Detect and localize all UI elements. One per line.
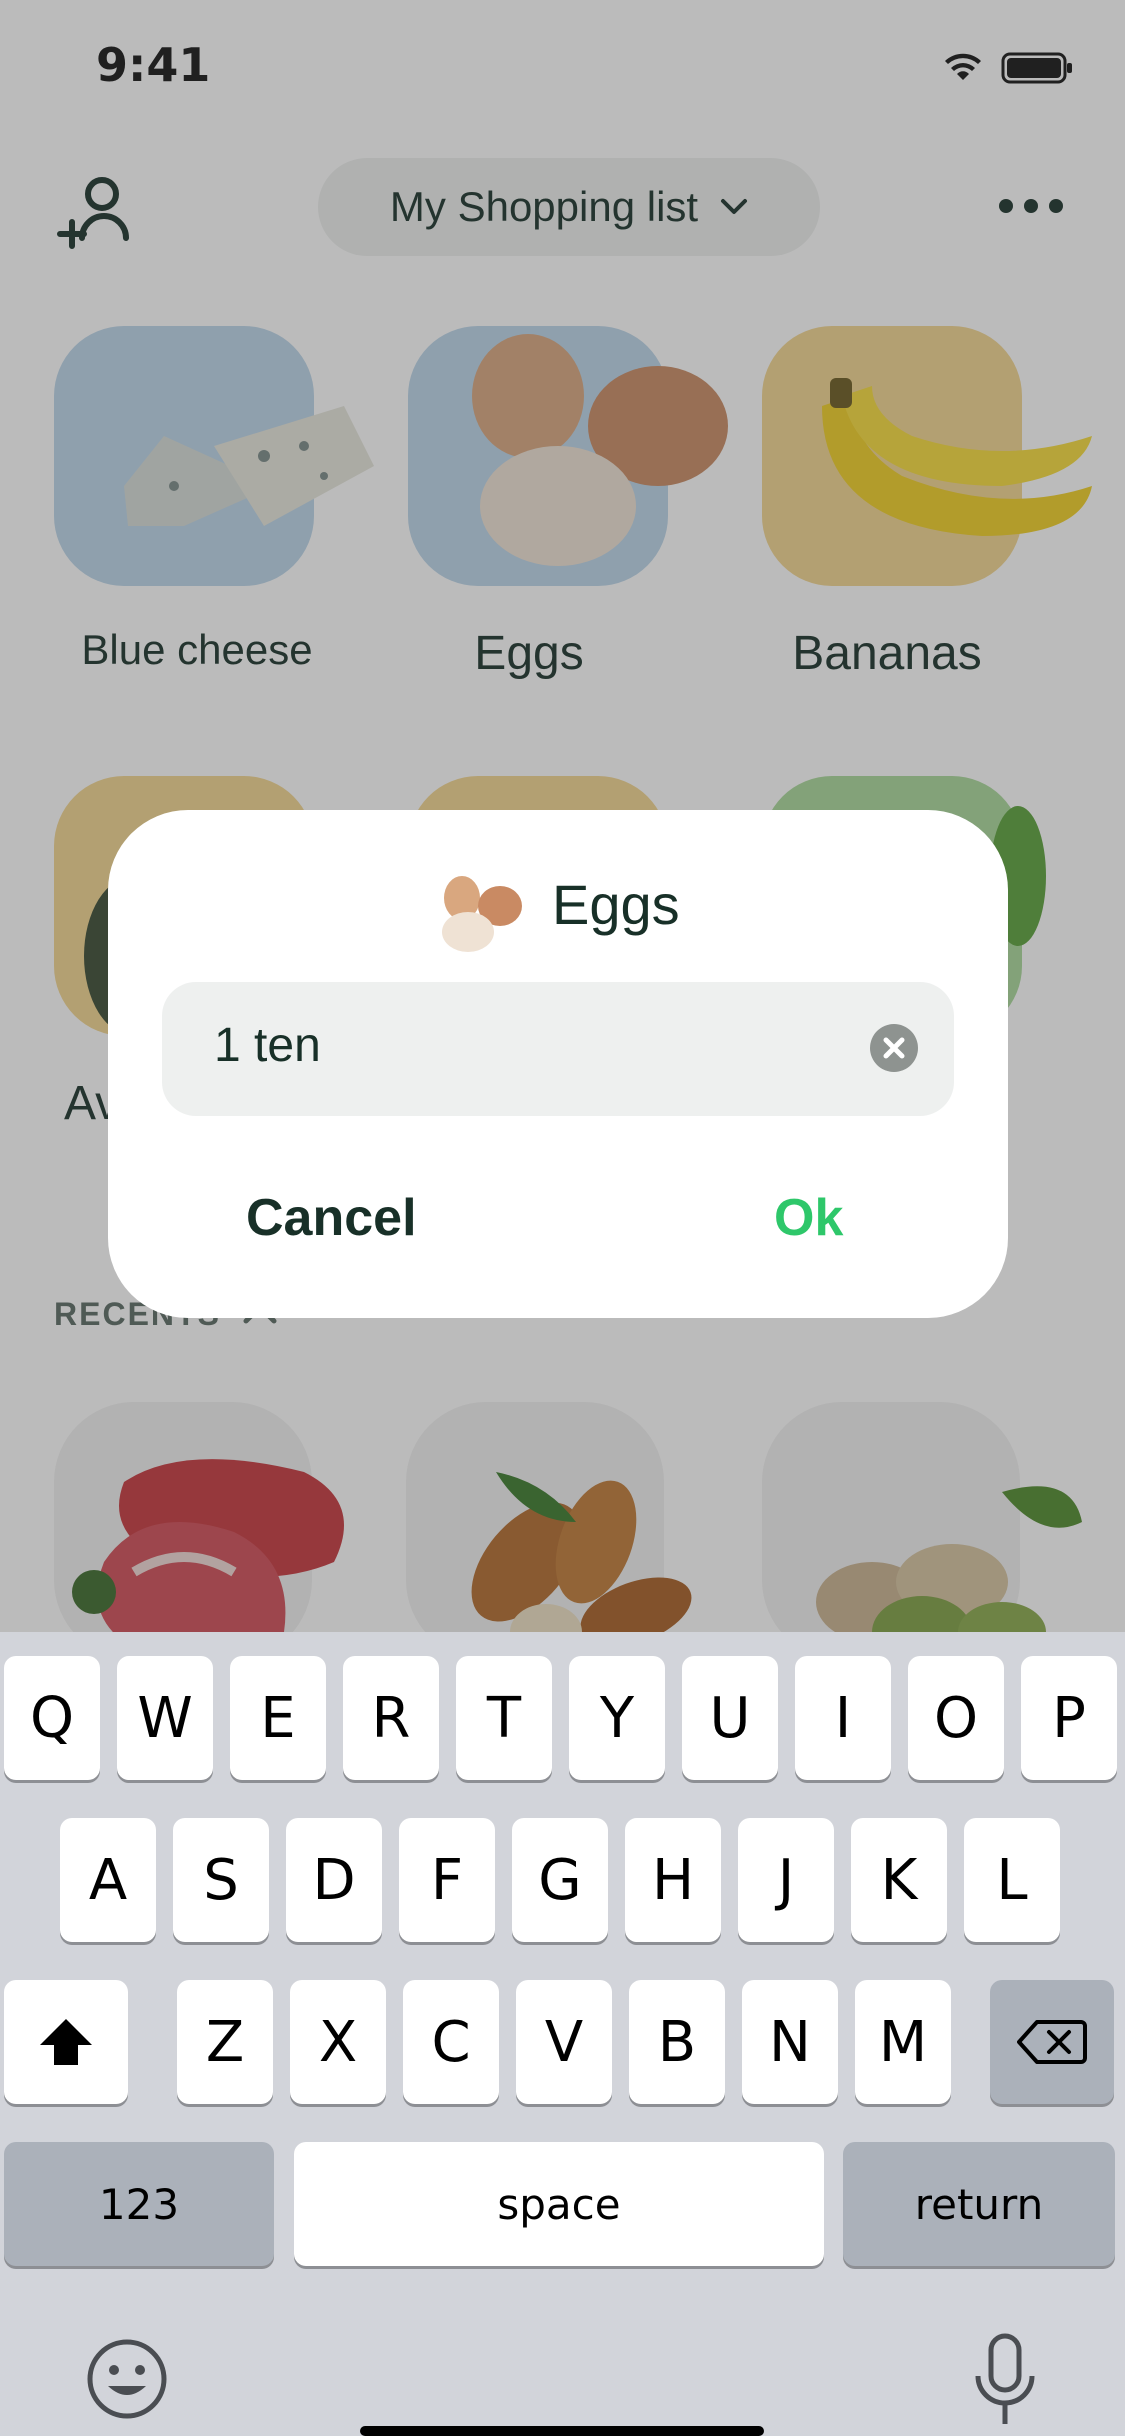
eggs-icon [432, 868, 528, 958]
key-o[interactable]: O [908, 1656, 1004, 1780]
key-s[interactable]: S [173, 1818, 269, 1942]
key-p[interactable]: P [1021, 1656, 1117, 1780]
quantity-input[interactable] [214, 1018, 814, 1073]
key-c[interactable]: C [403, 1980, 499, 2104]
key-a[interactable]: A [60, 1818, 156, 1942]
key-j[interactable]: J [738, 1818, 834, 1942]
shift-icon [40, 2019, 92, 2065]
numbers-key[interactable]: 123 [4, 2142, 274, 2266]
key-k[interactable]: K [851, 1818, 947, 1942]
key-d[interactable]: D [286, 1818, 382, 1942]
key-r[interactable]: R [343, 1656, 439, 1780]
key-t[interactable]: T [456, 1656, 552, 1780]
delete-key[interactable] [990, 1980, 1114, 2104]
dialog-title: Eggs [552, 873, 680, 936]
ok-button[interactable]: Ok [774, 1188, 843, 1248]
emoji-icon[interactable] [86, 2338, 168, 2420]
key-e[interactable]: E [230, 1656, 326, 1780]
key-f[interactable]: F [399, 1818, 495, 1942]
clear-input-icon[interactable] [870, 1024, 918, 1072]
key-y[interactable]: Y [569, 1656, 665, 1780]
key-q[interactable]: Q [4, 1656, 100, 1780]
key-x[interactable]: X [290, 1980, 386, 2104]
key-w[interactable]: W [117, 1656, 213, 1780]
microphone-icon[interactable] [970, 2332, 1040, 2428]
key-g[interactable]: G [512, 1818, 608, 1942]
keyboard: Q W E R T Y U I O P A S D F G H J K L Z … [0, 1632, 1125, 2436]
key-z[interactable]: Z [177, 1980, 273, 2104]
backspace-icon [1017, 2020, 1087, 2064]
key-n[interactable]: N [742, 1980, 838, 2104]
shift-key[interactable] [4, 1980, 128, 2104]
key-b[interactable]: B [629, 1980, 725, 2104]
home-indicator [360, 2426, 764, 2436]
cancel-button[interactable]: Cancel [246, 1188, 417, 1248]
key-h[interactable]: H [625, 1818, 721, 1942]
key-u[interactable]: U [682, 1656, 778, 1780]
space-key[interactable]: space [294, 2142, 824, 2266]
key-v[interactable]: V [516, 1980, 612, 2104]
key-i[interactable]: I [795, 1656, 891, 1780]
key-m[interactable]: M [855, 1980, 951, 2104]
key-l[interactable]: L [964, 1818, 1060, 1942]
return-key[interactable]: return [843, 2142, 1115, 2266]
